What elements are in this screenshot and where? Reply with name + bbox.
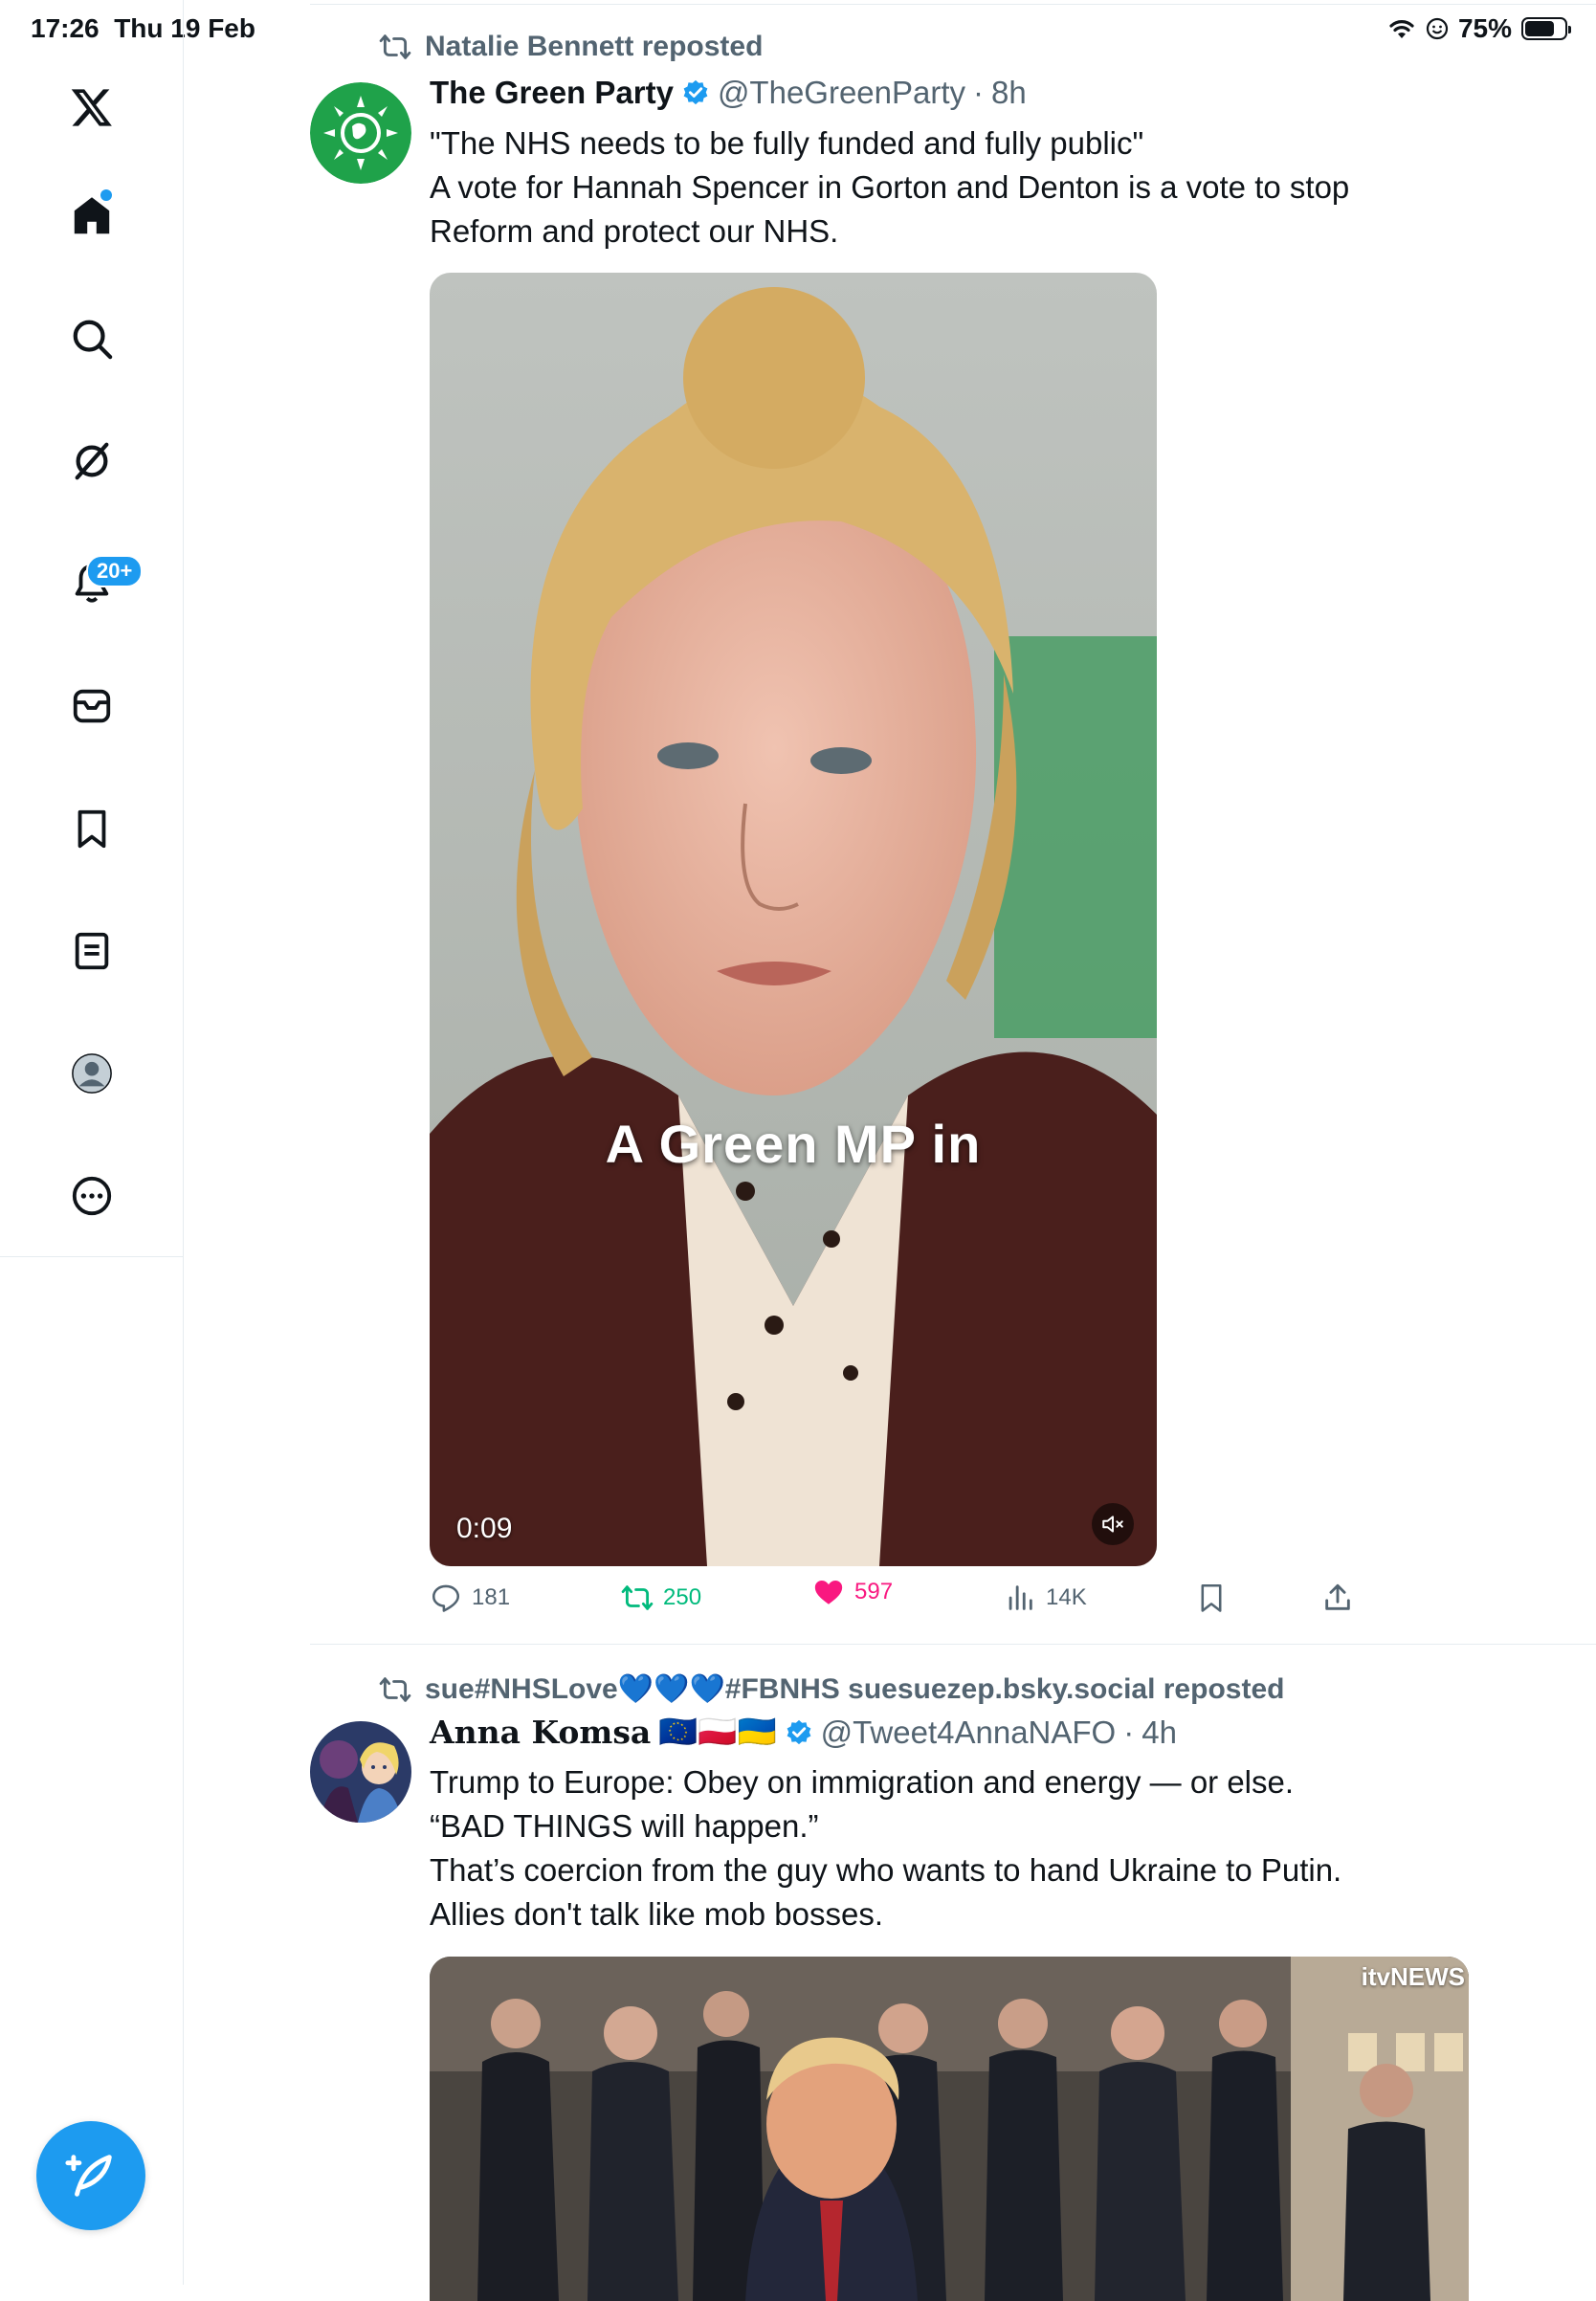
video-frame [430, 1957, 1469, 2301]
tweet-text-line: Allies don't talk like mob bosses. [430, 1896, 884, 1932]
author-flags: 🇪🇺🇵🇱🇺🇦 [658, 1714, 777, 1749]
more-options-icon[interactable] [54, 1158, 130, 1234]
notifications-badge: 20+ [86, 555, 144, 587]
sidebar: 20+ [0, 0, 184, 2285]
avatar[interactable] [310, 82, 411, 184]
repost-count: 250 [663, 1584, 702, 1610]
tweet-time[interactable]: 8h [991, 75, 1027, 111]
tweet-text-line: Trump to Europe: Obey on immigration and… [430, 1764, 1295, 1800]
video-duration: 0:09 [456, 1513, 513, 1544]
repost-icon [379, 1676, 411, 1702]
volume-muted-icon [1102, 1516, 1123, 1533]
heart-filled-icon [814, 1580, 843, 1604]
x-logo-icon[interactable] [54, 69, 130, 145]
grok-icon[interactable] [54, 423, 130, 499]
repost-icon [621, 1585, 654, 1610]
analytics-icon [1009, 1585, 1032, 1610]
video-player[interactable]: itvNEWS [430, 1957, 1469, 2301]
author-name[interactable]: The Green Party [430, 75, 674, 111]
tweet-text-line: Reform and protect our NHS. [430, 213, 839, 249]
profile-avatar-icon[interactable] [54, 1035, 130, 1112]
verified-badge-icon [787, 1719, 810, 1744]
home-unread-dot [100, 189, 112, 201]
share-icon [1325, 1583, 1350, 1610]
search-icon[interactable] [54, 300, 130, 377]
tweet-time[interactable]: 4h [1142, 1715, 1177, 1751]
like-button[interactable]: 597 [812, 1576, 893, 1608]
author-handle[interactable]: @Tweet4AnnaNAFO [821, 1715, 1117, 1751]
tweet[interactable]: sue#NHSLove💙💙💙#FBNHS suesuezep.bsky.soci… [310, 1645, 1596, 2301]
view-count: 14K [1046, 1584, 1087, 1610]
reply-count: 181 [472, 1584, 511, 1610]
verified-badge-icon [683, 79, 708, 105]
sidebar-divider [0, 1256, 184, 1257]
reply-button[interactable]: 181 [430, 1582, 510, 1614]
repost-button[interactable]: 250 [621, 1582, 701, 1614]
author-handle[interactable]: @TheGreenParty [718, 75, 965, 111]
separator-dot: · [1123, 1714, 1135, 1750]
tweet-text-line: A vote for Hannah Spencer in Gorton and … [430, 169, 1350, 205]
tweet-text: Trump to Europe: Obey on immigration and… [430, 1760, 1341, 1936]
messages-icon[interactable] [54, 668, 130, 744]
tweet-text-line: “BAD THINGS will happen.” [430, 1808, 819, 1844]
tweet-text-line: That’s coercion from the guy who wants t… [430, 1852, 1342, 1888]
reply-icon [432, 1584, 460, 1612]
tweet-header: The Green Party @TheGreenParty · 8h [430, 75, 1027, 111]
repost-indicator: sue#NHSLove💙💙💙#FBNHS suesuezep.bsky.soci… [379, 1672, 1284, 1706]
timeline: Natalie Bennett reposted The Green Party… [184, 0, 1596, 2301]
bookmark-icon [1201, 1583, 1222, 1612]
itv-news-watermark: itvNEWS [1361, 1962, 1465, 1991]
separator-dot: · [973, 75, 985, 110]
tweet-text-line: "The NHS needs to be fully funded and fu… [430, 125, 1144, 161]
bookmarks-icon[interactable] [54, 790, 130, 867]
lists-icon[interactable] [54, 913, 130, 989]
video-frame [430, 273, 1157, 1566]
tweet-header: Anna Komsa 🇪🇺🇵🇱🇺🇦 @Tweet4AnnaNAFO · 4h [430, 1714, 1177, 1751]
tweet[interactable]: Natalie Bennett reposted The Green Party… [310, 0, 1596, 1644]
repost-by-label[interactable]: Natalie Bennett reposted [425, 31, 763, 63]
compose-button[interactable] [36, 2121, 145, 2230]
like-count: 597 [854, 1579, 894, 1604]
repost-by-label[interactable]: sue#NHSLove💙💙💙#FBNHS suesuezep.bsky.soci… [425, 1672, 1284, 1706]
bookmark-button[interactable] [1195, 1582, 1228, 1614]
home-icon[interactable] [54, 178, 130, 254]
repost-indicator: Natalie Bennett reposted [379, 31, 763, 63]
author-name[interactable]: Anna Komsa [430, 1714, 651, 1751]
share-button[interactable] [1321, 1582, 1354, 1614]
tweet-actions: 181 250 597 14K [430, 1579, 1596, 1629]
compose-feather-icon [65, 2155, 112, 2197]
video-caption: A Green MP in [605, 1114, 982, 1174]
repost-icon [379, 34, 411, 59]
video-player[interactable]: A Green MP in 0:09 [430, 273, 1157, 1566]
mute-button[interactable] [1092, 1503, 1134, 1545]
avatar[interactable] [310, 1721, 411, 1823]
views-button[interactable]: 14K [1004, 1582, 1087, 1614]
tweet-text: "The NHS needs to be fully funded and fu… [430, 122, 1349, 254]
